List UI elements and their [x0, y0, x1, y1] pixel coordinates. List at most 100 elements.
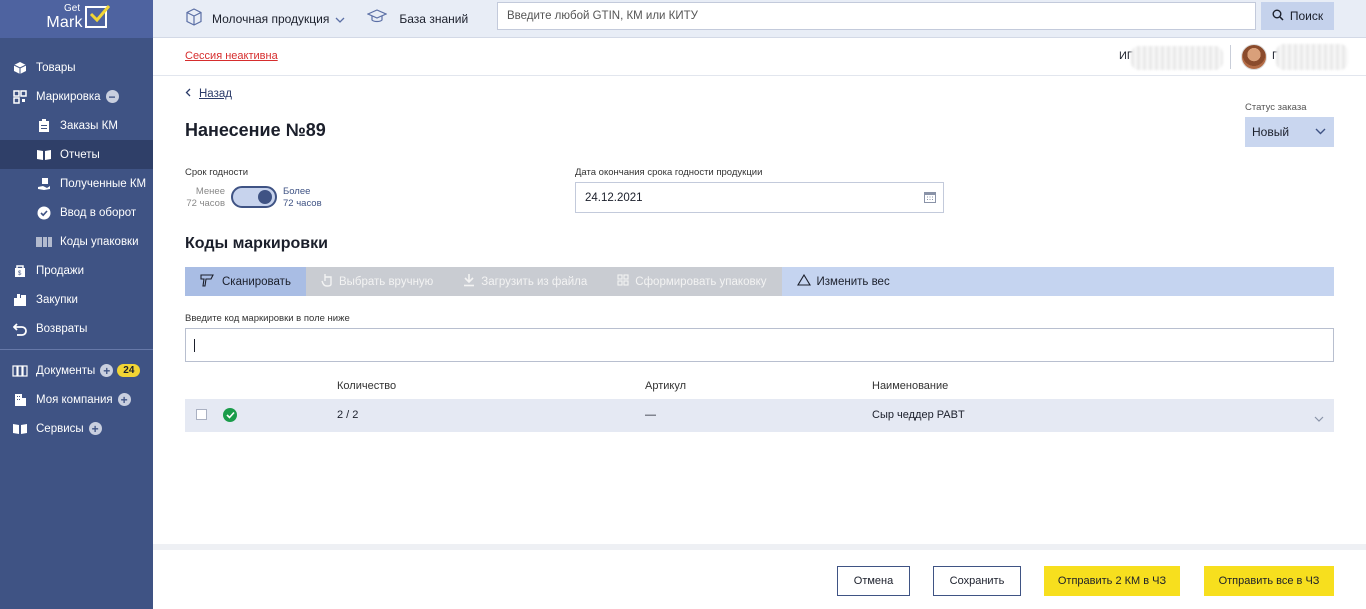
tab-label: Сканировать — [222, 275, 291, 288]
logo-get-text: Get — [64, 3, 81, 14]
sidebar-item-documents[interactable]: Документы + 24 — [0, 356, 153, 385]
tab-change-weight[interactable]: Изменить вес — [782, 267, 905, 296]
check-circle-icon — [36, 205, 52, 221]
logo-check-icon — [84, 5, 110, 28]
tab-form-package[interactable]: Сформировать упаковку — [602, 267, 782, 296]
check-circle-icon — [223, 408, 237, 422]
sidebar-item-label: Отчеты — [60, 148, 100, 161]
sidebar-item-label: Ввод в оборот — [60, 206, 137, 219]
session-status-link[interactable]: Сессия неактивна — [185, 50, 278, 62]
sub-header: Сессия неактивна ИГ Г — [153, 38, 1366, 76]
category-selector[interactable]: Молочная продукция — [185, 8, 345, 29]
sidebar-item-my-company[interactable]: Моя компания + — [0, 385, 153, 414]
sidebar-item-services[interactable]: Сервисы + — [0, 414, 153, 443]
send-all-button[interactable]: Отправить все в ЧЗ — [1204, 566, 1334, 596]
code-input-label: Введите код маркировки в поле ниже — [185, 313, 350, 324]
services-icon — [12, 421, 28, 437]
building-icon — [12, 392, 28, 408]
sidebar-item-purchases[interactable]: Закупки — [0, 285, 153, 314]
status-value: Новый — [1252, 125, 1290, 139]
sidebar-divider — [0, 349, 153, 350]
sidebar-item-reports[interactable]: Отчеты — [0, 140, 153, 169]
bag-icon — [12, 292, 28, 308]
calendar-icon[interactable] — [924, 191, 936, 206]
code-tabs: Сканировать Выбрать вручную Загрузить из… — [185, 267, 1334, 296]
tab-scan[interactable]: Сканировать — [185, 267, 306, 296]
add-icon[interactable]: + — [117, 393, 131, 406]
table-row[interactable]: 2 / 2 — Сыр чеддер PABT — [185, 399, 1334, 432]
send-km-button[interactable]: Отправить 2 КМ в ЧЗ — [1044, 566, 1180, 596]
row-quantity: 2 / 2 — [337, 409, 359, 421]
search-icon — [1272, 9, 1290, 24]
toggle-more-label: Более 72 часов — [283, 186, 322, 210]
sidebar-item-package-codes[interactable]: Коды упаковки — [0, 227, 153, 256]
sidebar-item-goods[interactable]: Товары — [0, 53, 153, 82]
weight-icon — [796, 273, 817, 289]
toggle-knob — [258, 190, 272, 204]
documents-count-badge: 24 — [117, 364, 141, 377]
logo[interactable]: Get Mark — [0, 0, 153, 38]
marking-code-input[interactable] — [185, 328, 1334, 362]
sidebar-item-km-orders[interactable]: Заказы КМ — [0, 111, 153, 140]
footer: Отмена Сохранить Отправить 2 КМ в ЧЗ Отп… — [153, 550, 1366, 609]
status-select[interactable]: Новый — [1245, 117, 1334, 147]
section-title: Коды маркировки — [185, 235, 328, 252]
chevron-down-icon — [335, 12, 345, 26]
chevron-down-icon[interactable] — [1314, 411, 1324, 425]
cancel-button[interactable]: Отмена — [837, 566, 910, 596]
avatar[interactable] — [1241, 44, 1267, 70]
collapse-icon[interactable]: − — [105, 90, 119, 103]
toggle-less-line2: 72 часов — [186, 198, 225, 209]
sidebar-item-returns[interactable]: Возвраты — [0, 314, 153, 343]
sidebar-item-label: Полученные КМ — [60, 177, 147, 190]
search-button[interactable]: Поиск — [1261, 2, 1334, 30]
tab-label: Загрузить из файла — [481, 275, 588, 288]
search-button-label: Поиск — [1289, 9, 1324, 23]
save-button[interactable]: Сохранить — [933, 566, 1021, 596]
chevron-left-icon — [185, 88, 199, 100]
sidebar-item-received-km[interactable]: Полученные КМ — [0, 169, 153, 198]
search-input[interactable] — [497, 2, 1256, 30]
sidebar-item-label: Моя компания — [36, 393, 113, 406]
book-icon — [36, 147, 52, 163]
sidebar-item-label: Продажи — [36, 264, 85, 277]
redacted-org-name — [1131, 46, 1223, 70]
scanner-icon — [200, 273, 222, 290]
sidebar-nav: Товары Маркировка − Заказы КМ Отчеты Пол… — [0, 38, 153, 443]
redacted-user-name — [1276, 44, 1348, 70]
back-link[interactable]: Назад — [185, 88, 232, 100]
sidebar-item-label: Заказы КМ — [60, 119, 118, 132]
cube-icon — [185, 8, 203, 29]
add-icon[interactable]: + — [100, 364, 114, 377]
tab-upload-file[interactable]: Загрузить из файла — [448, 267, 603, 296]
add-icon[interactable]: + — [88, 422, 102, 435]
hand-pointer-icon — [321, 273, 339, 290]
row-checkbox[interactable] — [196, 409, 207, 420]
sidebar-item-label: Сервисы — [36, 422, 84, 435]
box-icon — [12, 60, 28, 76]
sidebar-item-label: Закупки — [36, 293, 78, 306]
expiry-date-label: Дата окончания срока годности продукции — [575, 167, 763, 178]
tab-manual-select[interactable]: Выбрать вручную — [305, 267, 449, 296]
sidebar-item-label: Маркировка — [36, 90, 101, 103]
sidebar-item-commissioning[interactable]: Ввод в оборот — [0, 198, 153, 227]
tab-label: Сформировать упаковку — [635, 275, 767, 288]
shelf-life-toggle[interactable] — [231, 186, 277, 208]
download-icon — [463, 273, 481, 290]
sidebar-item-marking[interactable]: Маркировка − — [0, 82, 153, 111]
header-divider — [1230, 45, 1231, 69]
back-label: Назад — [199, 88, 232, 100]
cart-icon: $ — [12, 263, 28, 279]
hand-icon — [36, 176, 52, 192]
text-caret — [194, 339, 195, 352]
tab-label: Выбрать вручную — [338, 275, 434, 288]
knowledge-base-link[interactable]: База знаний — [366, 9, 468, 28]
shelf-life-label: Срок годности — [185, 167, 249, 178]
expiry-date-field[interactable] — [575, 182, 944, 213]
sidebar: Get Mark Товары Маркировка − Заказы КМ О… — [0, 0, 153, 609]
sidebar-item-sales[interactable]: $ Продажи — [0, 256, 153, 285]
table-header-name: Наименование — [872, 380, 949, 392]
qr-icon — [12, 89, 28, 105]
status-label: Статус заказа — [1245, 102, 1307, 113]
sidebar-item-label: Документы — [36, 364, 96, 377]
